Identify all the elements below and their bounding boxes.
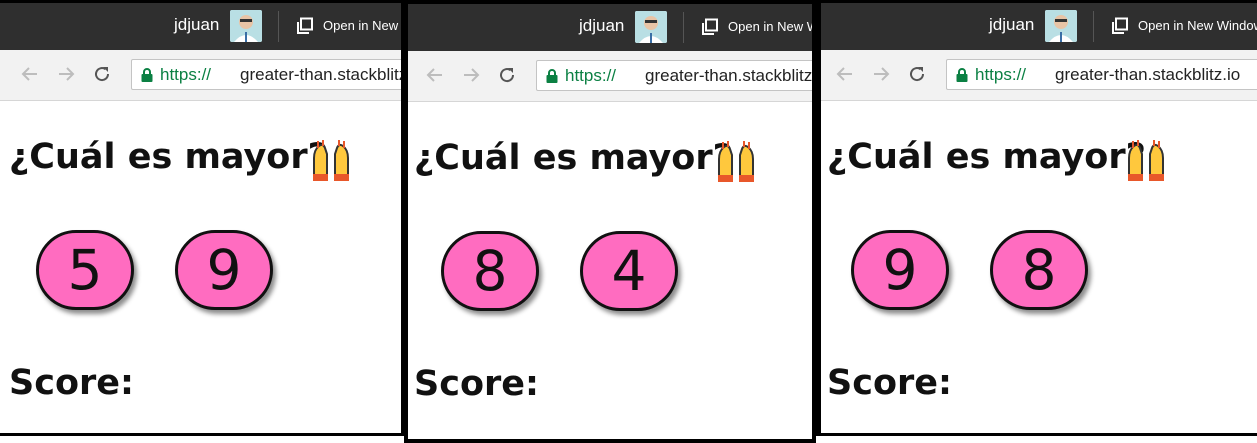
- forward-arrow-icon[interactable]: [56, 64, 76, 84]
- url-host: greater-than.stackblitz.io: [1055, 65, 1241, 84]
- raising-hands-icon: [1125, 140, 1167, 182]
- titlebar-divider: [278, 11, 279, 42]
- url-scheme: https://: [565, 66, 617, 85]
- app-page: ¿Cuál es mayor? 8 4 Score:: [408, 102, 812, 439]
- open-new-window-icon[interactable]: [296, 17, 314, 35]
- titlebar-divider: [683, 12, 684, 43]
- number-button-right[interactable]: 9: [175, 230, 273, 310]
- back-arrow-icon[interactable]: [20, 64, 40, 84]
- avatar[interactable]: [635, 11, 667, 43]
- score-label: Score:: [9, 363, 134, 403]
- reload-icon[interactable]: [92, 64, 112, 84]
- open-new-window-link[interactable]: Open in New Window: [728, 19, 812, 34]
- number-button-right[interactable]: 4: [580, 231, 678, 311]
- score-label: Score:: [827, 363, 952, 403]
- url-host: greater-than.stackblitz.io: [240, 65, 401, 84]
- address-bar[interactable]: https:// greater-than.stackblitz.io: [946, 59, 1257, 90]
- open-new-window-icon[interactable]: [1111, 17, 1129, 35]
- open-new-window-link[interactable]: Open in New Window: [323, 18, 401, 33]
- forward-arrow-icon[interactable]: [461, 65, 481, 85]
- user-name[interactable]: jdjuan: [579, 16, 624, 36]
- browser-toolbar: https:// greater-than.stackblitz.io: [408, 51, 812, 102]
- titlebar: jdjuan Open in New Window: [0, 3, 401, 50]
- lock-icon: [956, 68, 968, 82]
- browser-toolbar: https:// greater-than.stackblitz.io: [0, 50, 401, 101]
- number-button-right[interactable]: 8: [990, 230, 1088, 310]
- stackblitz-window-2: jdjuan Open in New Window https:// great…: [404, 0, 816, 443]
- app-page: ¿Cuál es mayor? 9 8 Score:: [821, 101, 1257, 433]
- number-button-left[interactable]: 8: [441, 231, 539, 311]
- reload-icon[interactable]: [907, 64, 927, 84]
- url-host: greater-than.stackblitz.io: [645, 66, 816, 85]
- address-bar[interactable]: https:// greater-than.stackblitz.io: [131, 59, 401, 90]
- back-arrow-icon[interactable]: [835, 64, 855, 84]
- raising-hands-icon: [715, 141, 757, 183]
- question-heading: ¿Cuál es mayor?: [827, 137, 1146, 177]
- stackblitz-window-1: jdjuan Open in New Window https:// great…: [0, 0, 404, 436]
- number-button-left[interactable]: 5: [36, 230, 134, 310]
- address-bar[interactable]: https:// greater-than.stackblitz.io: [536, 60, 816, 91]
- url-scheme: https://: [975, 65, 1027, 84]
- lock-icon: [141, 68, 153, 82]
- score-label: Score:: [414, 364, 539, 404]
- avatar[interactable]: [230, 10, 262, 42]
- app-page: ¿Cuál es mayor? 5 9 Score:: [0, 101, 401, 433]
- url-scheme: https://: [160, 65, 212, 84]
- raising-hands-icon: [310, 140, 352, 182]
- back-arrow-icon[interactable]: [425, 65, 445, 85]
- avatar[interactable]: [1045, 10, 1077, 42]
- lock-icon: [546, 69, 558, 83]
- question-heading: ¿Cuál es mayor?: [414, 138, 733, 178]
- titlebar: jdjuan Open in New Window: [408, 4, 812, 51]
- forward-arrow-icon[interactable]: [871, 64, 891, 84]
- titlebar-divider: [1093, 11, 1094, 42]
- browser-toolbar: https:// greater-than.stackblitz.io: [821, 50, 1257, 101]
- user-name[interactable]: jdjuan: [989, 15, 1034, 35]
- open-new-window-link[interactable]: Open in New Window: [1138, 18, 1257, 33]
- reload-icon[interactable]: [497, 65, 517, 85]
- titlebar: jdjuan Open in New Window: [821, 3, 1257, 50]
- open-new-window-icon[interactable]: [701, 18, 719, 36]
- question-heading: ¿Cuál es mayor?: [9, 137, 328, 177]
- number-button-left[interactable]: 9: [851, 230, 949, 310]
- stackblitz-window-3: jdjuan Open in New Window https:// great…: [816, 0, 1257, 436]
- user-name[interactable]: jdjuan: [174, 15, 219, 35]
